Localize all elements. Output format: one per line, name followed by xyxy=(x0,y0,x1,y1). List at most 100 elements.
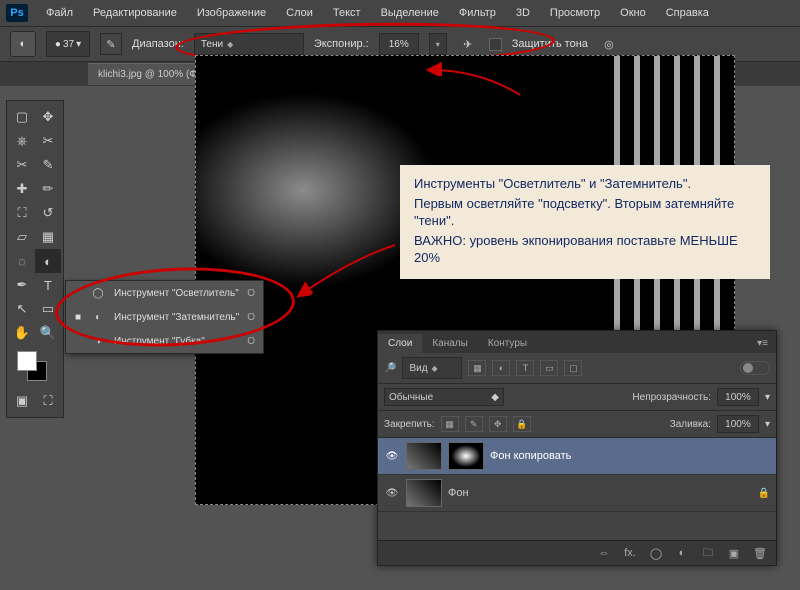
gradient-tool[interactable]: ▦ xyxy=(35,225,61,249)
panel-menu-button[interactable]: ▾≡ xyxy=(749,334,776,353)
new-adjustment-button[interactable]: ◐ xyxy=(674,545,690,561)
menu-layers[interactable]: Слои xyxy=(278,3,321,23)
opacity-input[interactable]: 100% xyxy=(717,388,759,406)
lock-position-icon[interactable]: ✥ xyxy=(489,416,507,432)
tools-panel: ▢✥ ⎈✂ ✂✎ ✚✏ ⛶↺ ▱▦ ◌◐ ✒T ↖▭ ✋🔍 ▣⛶ xyxy=(6,100,64,418)
tab-paths[interactable]: Контуры xyxy=(478,334,537,353)
delete-layer-button[interactable]: 🗑 xyxy=(752,545,768,561)
blur-tool[interactable]: ◌ xyxy=(9,249,35,273)
tab-layers[interactable]: Слои xyxy=(378,334,422,353)
layer-name[interactable]: Фон xyxy=(448,487,469,499)
lock-label: Закрепить: xyxy=(384,419,435,430)
marquee-tool[interactable]: ▢ xyxy=(9,105,35,129)
menu-edit[interactable]: Редактирование xyxy=(85,3,185,23)
fill-input[interactable]: 100% xyxy=(717,415,759,433)
exposure-label: Экспонир.: xyxy=(314,38,369,50)
path-select-tool[interactable]: ↖ xyxy=(9,297,35,321)
menu-select[interactable]: Выделение xyxy=(373,3,447,23)
airbrush-icon: ✈ xyxy=(463,38,472,51)
filter-shape-icon[interactable]: ▭ xyxy=(540,360,558,376)
filter-pixel-icon[interactable]: ▦ xyxy=(468,360,486,376)
hand-tool[interactable]: ✋ xyxy=(9,321,35,345)
foreground-color[interactable] xyxy=(17,351,37,371)
exposure-input[interactable]: 16% xyxy=(379,33,419,55)
menu-3d[interactable]: 3D xyxy=(508,3,538,23)
zoom-tool[interactable]: 🔍 xyxy=(35,321,61,345)
filter-type-icon[interactable]: T xyxy=(516,360,534,376)
current-tool-preset[interactable]: ◐ xyxy=(10,31,36,57)
lasso-tool[interactable]: ⎈ xyxy=(9,129,35,153)
brush-panel-toggle[interactable]: ✎ xyxy=(100,33,122,55)
menu-window[interactable]: Окно xyxy=(612,3,654,23)
layer-row[interactable]: 👁 Фон 🔒 xyxy=(378,475,776,512)
pressure-toggle[interactable]: ◎ xyxy=(598,33,620,55)
chevron-down-icon: ◆ xyxy=(432,364,438,373)
callout-line: Инструменты "Осветлитель" и "Затемнитель… xyxy=(414,175,756,193)
color-swatches[interactable] xyxy=(15,349,55,385)
screenmode-toggle[interactable]: ⛶ xyxy=(35,389,61,413)
layer-style-button[interactable]: fx. xyxy=(622,545,638,561)
pen-tool[interactable]: ✒ xyxy=(9,273,35,297)
brush-dot-icon: ● xyxy=(55,39,61,50)
layer-row[interactable]: 👁 Фон копировать xyxy=(378,438,776,475)
chevron-down-icon: ▾ xyxy=(436,40,440,49)
brush-size-picker[interactable]: ● 37 ▾ xyxy=(46,31,90,57)
menu-image[interactable]: Изображение xyxy=(189,3,274,23)
visibility-toggle[interactable]: 👁 xyxy=(384,488,400,499)
layer-list: 👁 Фон копировать 👁 Фон 🔒 xyxy=(378,438,776,540)
active-dot-icon: ■ xyxy=(74,312,82,323)
filter-type-select[interactable]: Вид◆ xyxy=(402,357,462,379)
target-icon: ◎ xyxy=(604,38,614,51)
lock-all-icon[interactable]: 🔒 xyxy=(513,416,531,432)
flyout-item-sponge[interactable]: ◑ Инструмент "Губка" O xyxy=(66,329,263,353)
flyout-item-dodge[interactable]: ◯ Инструмент "Осветлитель" O xyxy=(66,281,263,305)
lock-transparent-icon[interactable]: ▦ xyxy=(441,416,459,432)
range-select[interactable]: Тени ◆ xyxy=(194,33,304,55)
filter-toggle[interactable] xyxy=(740,361,770,375)
menu-help[interactable]: Справка xyxy=(658,3,717,23)
chevron-down-icon[interactable]: ▾ xyxy=(765,419,770,430)
visibility-toggle[interactable]: 👁 xyxy=(384,451,400,462)
menu-file[interactable]: Файл xyxy=(38,3,81,23)
brush-size-value: 37 xyxy=(63,39,74,50)
eraser-tool[interactable]: ▱ xyxy=(9,225,35,249)
tab-channels[interactable]: Каналы xyxy=(422,334,478,353)
move-tool[interactable]: ✥ xyxy=(35,105,61,129)
new-group-button[interactable]: 🗀 xyxy=(700,545,716,561)
brush-tool[interactable]: ✏ xyxy=(35,177,61,201)
quickmask-toggle[interactable]: ▣ xyxy=(9,389,35,413)
exposure-stepper[interactable]: ▾ xyxy=(429,33,447,55)
burn-icon: ◐ xyxy=(90,309,106,325)
add-mask-button[interactable]: ◯ xyxy=(648,545,664,561)
menu-text[interactable]: Текст xyxy=(325,3,369,23)
layer-name[interactable]: Фон копировать xyxy=(490,450,571,462)
dodge-burn-tool[interactable]: ◐ xyxy=(35,249,61,273)
stamp-tool[interactable]: ⛶ xyxy=(9,201,35,225)
lock-pixels-icon[interactable]: ✎ xyxy=(465,416,483,432)
blend-mode-select[interactable]: Обычные◆ xyxy=(384,388,504,406)
link-layers-button[interactable]: ⇔ xyxy=(596,545,612,561)
chevron-down-icon[interactable]: ▾ xyxy=(765,392,770,403)
airbrush-toggle[interactable]: ✈ xyxy=(457,33,479,55)
type-tool[interactable]: T xyxy=(35,273,61,297)
shape-tool[interactable]: ▭ xyxy=(35,297,61,321)
layers-panel: Слои Каналы Контуры ▾≡ 🔎 Вид◆ ▦ ◐ T ▭ ▢ … xyxy=(377,330,777,566)
new-layer-button[interactable]: ▣ xyxy=(726,545,742,561)
menu-filter[interactable]: Фильтр xyxy=(451,3,504,23)
crop-tool[interactable]: ✂ xyxy=(9,153,35,177)
filter-smart-icon[interactable]: ▢ xyxy=(564,360,582,376)
flyout-item-label: Инструмент "Осветлитель" xyxy=(114,288,239,299)
history-brush-tool[interactable]: ↺ xyxy=(35,201,61,225)
layer-thumbnail[interactable] xyxy=(406,442,442,470)
mask-thumbnail[interactable] xyxy=(448,442,484,470)
protect-tones-checkbox[interactable] xyxy=(489,38,502,51)
eyedropper-tool[interactable]: ✎ xyxy=(35,153,61,177)
heal-tool[interactable]: ✚ xyxy=(9,177,35,201)
layer-thumbnail[interactable] xyxy=(406,479,442,507)
range-label: Диапазон: xyxy=(132,38,184,50)
panel-tabs: Слои Каналы Контуры ▾≡ xyxy=(378,331,776,353)
menu-view[interactable]: Просмотр xyxy=(542,3,608,23)
flyout-item-burn[interactable]: ■ ◐ Инструмент "Затемнитель" O xyxy=(66,305,263,329)
filter-adjust-icon[interactable]: ◐ xyxy=(492,360,510,376)
quick-select-tool[interactable]: ✂ xyxy=(35,129,61,153)
